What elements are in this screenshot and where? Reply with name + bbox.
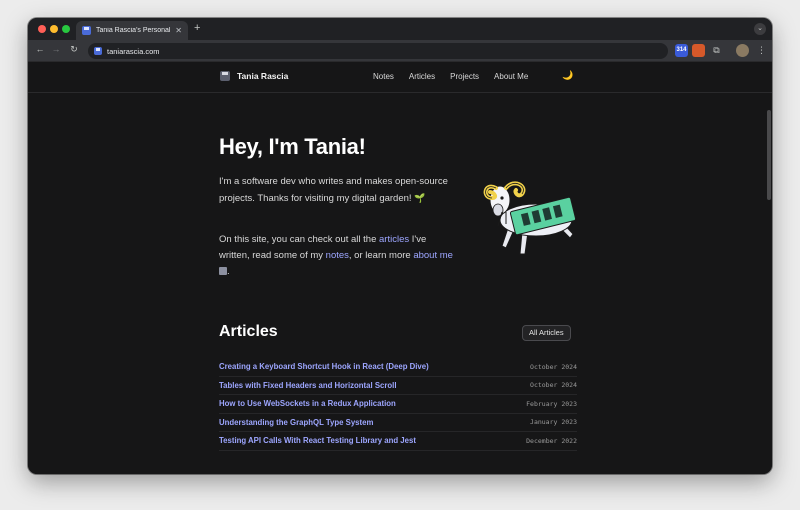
- nav-link-about[interactable]: About Me: [494, 72, 528, 81]
- nav-link-projects[interactable]: Projects: [450, 72, 479, 81]
- extension-badge-icon[interactable]: 314: [675, 44, 688, 57]
- article-row: Understanding the GraphQL Type System Ja…: [219, 414, 577, 432]
- web-page: Tania Rascia Notes Articles Projects Abo…: [28, 62, 772, 474]
- hero-title: Hey, I'm Tania!: [219, 134, 366, 159]
- articles-link[interactable]: articles: [379, 234, 409, 245]
- forward-button[interactable]: →: [50, 44, 62, 54]
- moon-icon[interactable]: 🌙: [562, 70, 573, 81]
- article-row: Tables with Fixed Headers and Horizontal…: [219, 377, 577, 395]
- hero-text-4: .: [227, 266, 230, 277]
- browser-menu-icon[interactable]: ⋮: [755, 44, 768, 57]
- tab-close-icon[interactable]: ✕: [175, 26, 182, 35]
- brand-name: Tania Rascia: [237, 71, 289, 81]
- articles-heading: Articles: [219, 323, 278, 340]
- floppy-disk-icon: [82, 26, 91, 35]
- article-date: October 2024: [530, 381, 577, 390]
- site-info-icon[interactable]: [94, 47, 102, 55]
- url-text: taniarascia.com: [107, 46, 160, 56]
- article-title-link[interactable]: Understanding the GraphQL Type System: [219, 418, 373, 427]
- article-title-link[interactable]: Tables with Fixed Headers and Horizontal…: [219, 381, 397, 390]
- sprout-icon: 🌱: [414, 193, 426, 203]
- all-articles-button[interactable]: All Articles: [522, 325, 571, 341]
- article-title-link[interactable]: How to Use WebSockets in a Redux Applica…: [219, 399, 396, 408]
- article-date: January 2023: [530, 418, 577, 427]
- close-window-button[interactable]: [38, 25, 46, 33]
- ram-mascot-illustration: [483, 181, 577, 255]
- hero-intro: I'm a software dev who writes and makes …: [219, 174, 449, 207]
- floppy-disk-icon: [219, 267, 227, 275]
- tab-title: Tania Rascia's Personal Website: [96, 27, 171, 34]
- article-row: How to Use WebSockets in a Redux Applica…: [219, 395, 577, 414]
- article-title-link[interactable]: Testing API Calls With React Testing Lib…: [219, 436, 416, 445]
- address-bar[interactable]: taniarascia.com: [88, 43, 668, 59]
- article-date: February 2023: [526, 399, 577, 408]
- floppy-disk-icon: [220, 71, 230, 81]
- article-title-link[interactable]: Creating a Keyboard Shortcut Hook in Rea…: [219, 362, 429, 371]
- about-me-link[interactable]: about me: [413, 250, 453, 261]
- profile-avatar[interactable]: [736, 44, 749, 57]
- back-button[interactable]: ←: [34, 44, 46, 54]
- site-header: Tania Rascia Notes Articles Projects Abo…: [28, 62, 772, 93]
- hero-text-3: , or learn more: [348, 250, 411, 261]
- minimize-window-button[interactable]: [50, 25, 58, 33]
- nav-link-articles[interactable]: Articles: [409, 72, 435, 81]
- browser-tab[interactable]: Tania Rascia's Personal Website ✕: [76, 21, 188, 40]
- browser-window: Tania Rascia's Personal Website ✕ + ⌄ ← …: [28, 18, 772, 474]
- browser-toolbar: ← → ↻ taniarascia.com 314 ⧉ ⋮: [28, 40, 772, 62]
- article-date: December 2022: [526, 436, 577, 445]
- page-scrollbar[interactable]: [767, 110, 771, 200]
- extensions-puzzle-icon[interactable]: ⧉: [710, 44, 723, 57]
- site-nav-links: Notes Articles Projects About Me: [373, 72, 528, 81]
- new-tab-button[interactable]: +: [194, 22, 200, 34]
- articles-list: Creating a Keyboard Shortcut Hook in Rea…: [219, 358, 577, 451]
- tab-search-button[interactable]: ⌄: [754, 23, 766, 35]
- article-row: Testing API Calls With React Testing Lib…: [219, 432, 577, 451]
- tab-strip: Tania Rascia's Personal Website ✕ + ⌄: [28, 18, 772, 40]
- article-date: October 2024: [530, 362, 577, 371]
- nav-link-notes[interactable]: Notes: [373, 72, 394, 81]
- hero-links-paragraph: On this site, you can check out all the …: [219, 232, 454, 280]
- article-row: Creating a Keyboard Shortcut Hook in Rea…: [219, 358, 577, 377]
- maximize-window-button[interactable]: [62, 25, 70, 33]
- brand-link[interactable]: Tania Rascia: [220, 71, 288, 81]
- hero-text-1: On this site, you can check out all the: [219, 234, 377, 245]
- reload-button[interactable]: ↻: [68, 44, 80, 55]
- fox-extension-icon[interactable]: [692, 44, 705, 57]
- notes-link[interactable]: notes: [326, 250, 349, 261]
